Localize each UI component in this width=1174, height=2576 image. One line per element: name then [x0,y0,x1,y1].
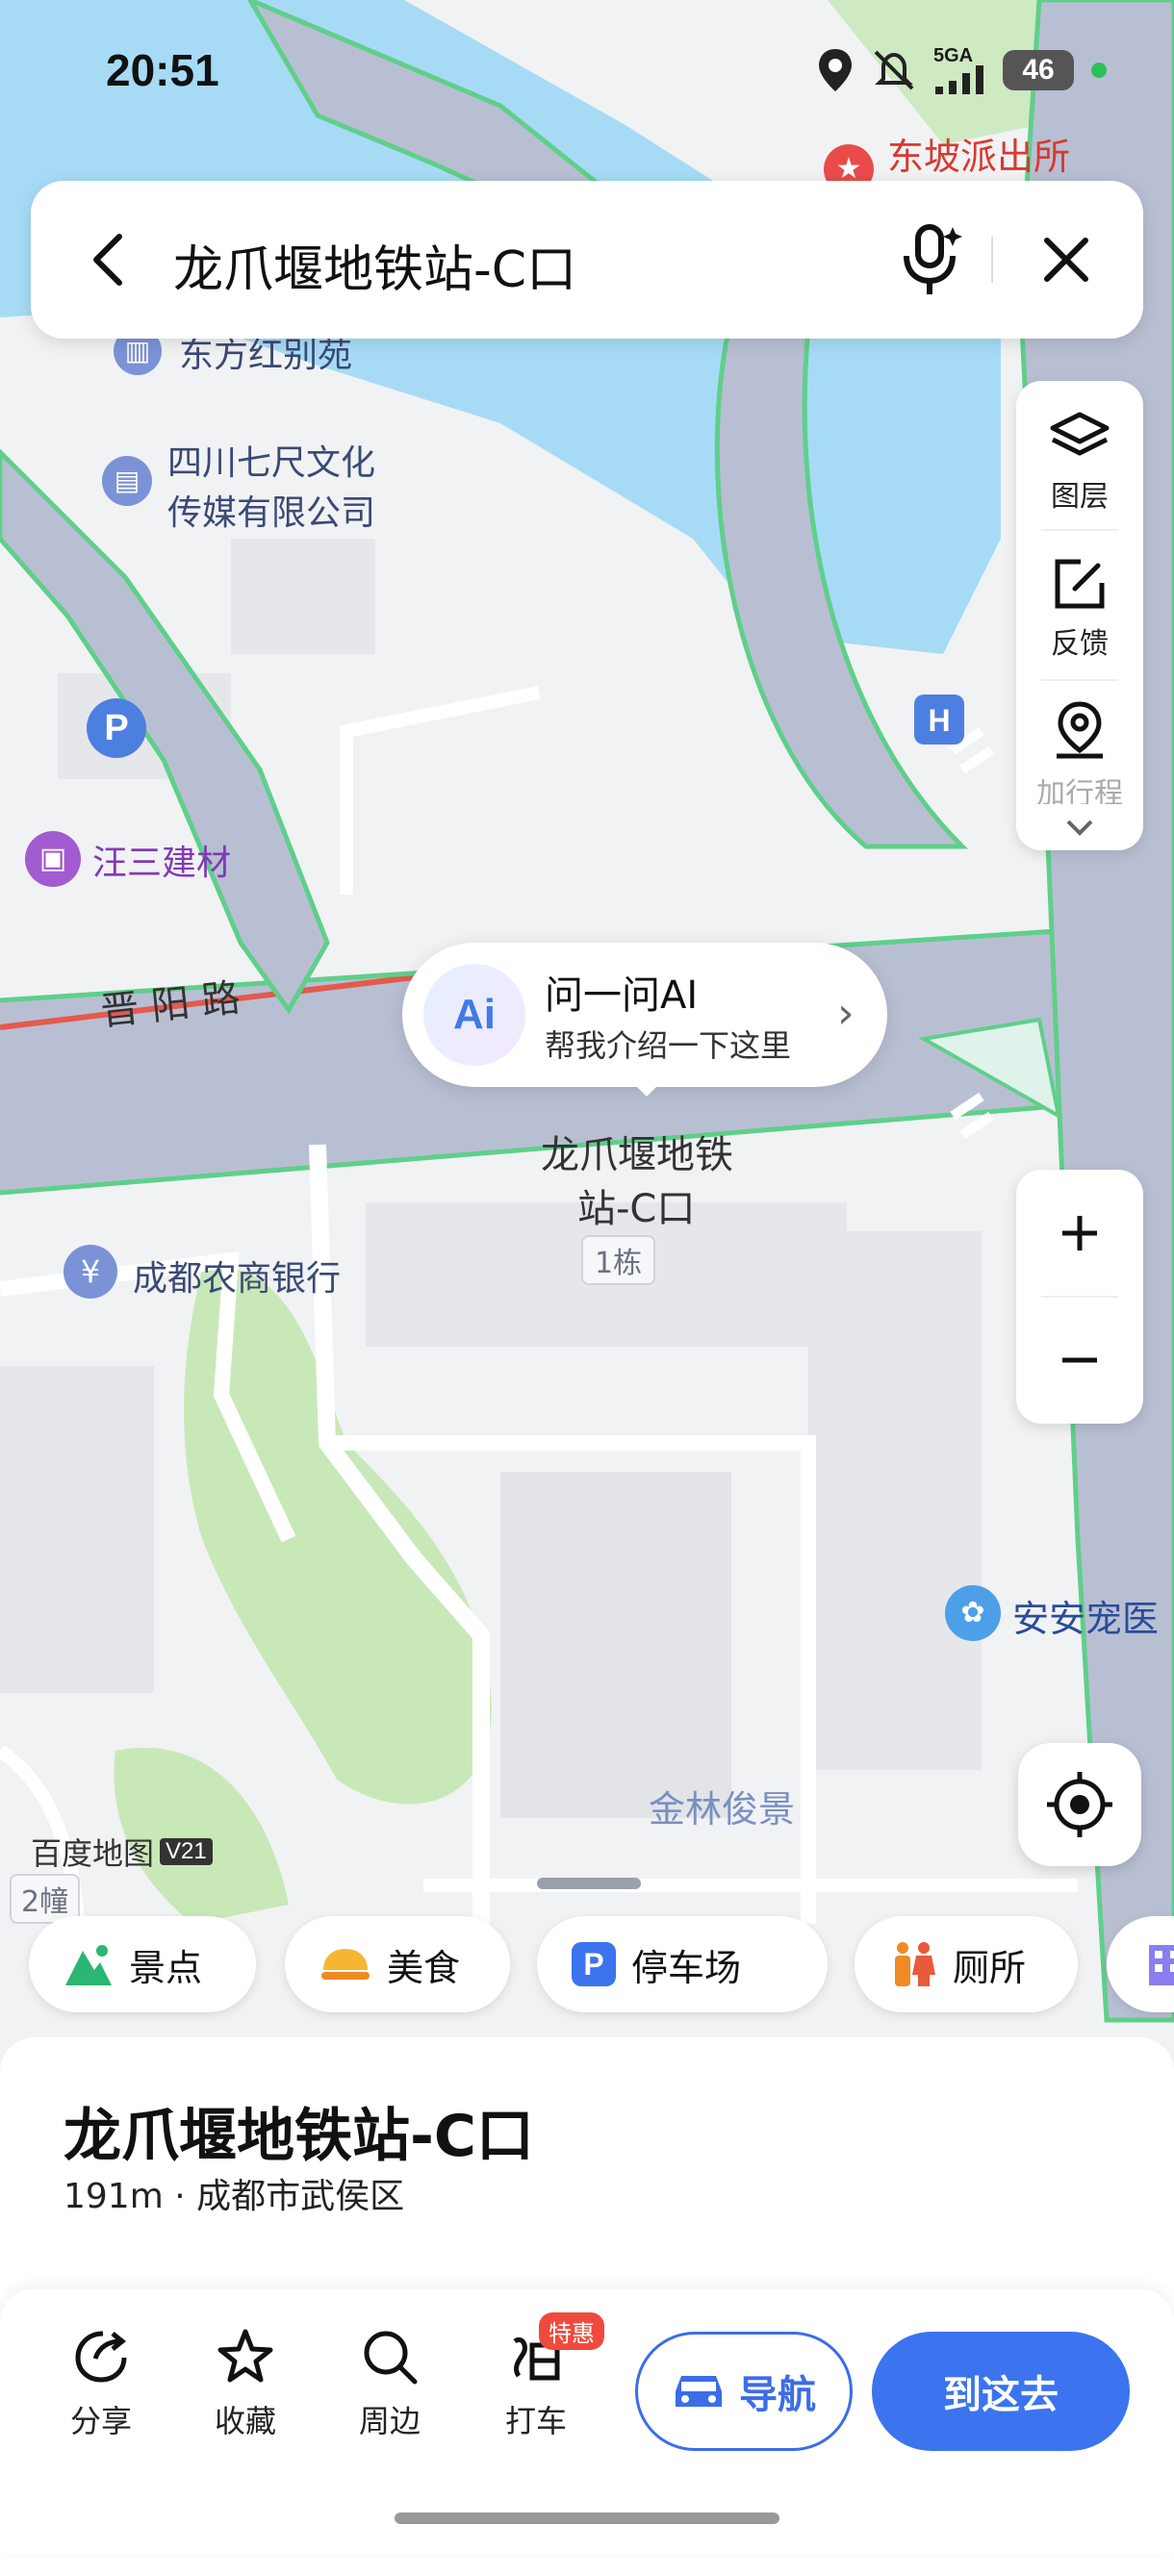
taxi-label: 打车 [504,2403,567,2439]
station-label-line2[interactable]: 站-C口 [577,1177,695,1233]
close-icon [1044,238,1088,282]
taxi-discount-badge: 特惠 [539,2312,604,2350]
share-label: 分享 [69,2403,132,2439]
status-icons: 5GA 46 [816,46,1107,94]
poi-culture-line2[interactable]: 传媒有限公司 [167,485,375,535]
navigate-label: 导航 [739,2373,816,2417]
go-here-button[interactable]: 到这去 [872,2332,1130,2451]
poi-community[interactable]: 金林俊景 [649,1780,795,1832]
zoom-out-button[interactable] [1016,1297,1143,1424]
ai-subtitle: 帮我介绍一下这里 [545,1027,792,1064]
home-indicator[interactable] [395,2513,779,2524]
chip-scenic[interactable]: 景点 [29,1916,256,2012]
ai-icon: Ai [423,964,525,1066]
chip-toilet-label: 厕所 [953,1946,1027,1989]
back-arrow-icon [93,234,122,286]
chip-parking[interactable]: P 停车场 [537,1916,828,2012]
crosshair-icon [1047,1772,1112,1837]
signal-icon [935,65,983,94]
share-icon [75,2331,127,2383]
building-material-poi-icon[interactable]: ▣ [25,831,81,887]
building-1-tag: 1栋 [581,1235,656,1285]
ai-badge: Ai [453,991,496,1038]
poi-building-material[interactable]: 汪三建材 [92,835,231,885]
place-district: 成都市武侯区 [196,2177,405,2216]
search-divider [991,237,993,283]
tool-divider [1041,529,1118,531]
location-pin-icon [1057,701,1103,759]
zoom-controls [1016,1170,1143,1424]
locate-me-button[interactable] [1018,1743,1141,1866]
favorite-label: 收藏 [214,2403,276,2439]
culture-poi-icon[interactable]: ▤ [102,456,152,506]
chip-parking-label: 停车场 [631,1946,742,1989]
plus-icon [1062,1216,1097,1250]
add-trip-button[interactable]: 加行程 [1016,687,1143,812]
bank-poi-icon[interactable]: ¥ [64,1245,117,1299]
ai-title: 问一问AI [545,973,699,1018]
search-query[interactable]: 龙爪堰地铁站-C口 [173,229,576,301]
feedback-label: 反馈 [1051,627,1109,661]
pet-poi-icon[interactable]: ✿ [945,1585,1001,1641]
microphone-icon [904,224,962,294]
bubble-pointer [631,1081,662,1097]
place-distance: 191m [64,2177,164,2216]
car-icon [676,2376,722,2407]
search-icon [364,2331,418,2385]
food-icon [321,1949,370,1980]
voice-button[interactable] [885,214,978,306]
nearby-button[interactable]: 周边 [337,2326,443,2441]
mute-status-icon [874,50,914,90]
navigate-button[interactable]: 导航 [635,2332,853,2451]
poi-culture-line1[interactable]: 四川七尺文化 [167,435,375,485]
chip-food[interactable]: 美食 [285,1916,510,2012]
poi-bank[interactable]: 成都农商银行 [133,1250,341,1301]
category-chips: 景点 美食 P 停车场 厕所 [29,1916,1174,2014]
feedback-button[interactable]: 反馈 [1016,537,1143,681]
minus-icon [1062,1357,1097,1363]
location-status-icon [819,49,852,91]
feedback-edit-icon [1055,559,1105,609]
expand-tools-button[interactable] [1016,804,1143,850]
chip-scenic-label: 景点 [129,1946,203,1989]
place-separator: · [174,2177,186,2216]
chip-toilet[interactable]: 厕所 [855,1916,1078,2012]
clear-button[interactable] [1028,221,1105,298]
active-dot [1091,63,1107,78]
tool-divider [1041,679,1118,681]
building-icon [1149,1945,1174,1985]
map-watermark: 百度地图 V21 [31,1830,213,1874]
status-time: 20:51 [106,45,219,95]
back-button[interactable] [69,221,146,298]
layers-icon [1050,412,1110,456]
chip-food-label: 美食 [387,1946,461,1989]
chevron-right-icon: › [837,989,855,1038]
ai-ask-bubble[interactable]: Ai 问一问AI 帮我介绍一下这里 › [402,943,887,1087]
place-subtitle: 191m · 成都市武侯区 [64,2168,404,2218]
layers-button[interactable]: 图层 [1016,391,1143,535]
station-label-line1[interactable]: 龙爪堰地铁 [541,1124,733,1179]
star-icon [217,2329,273,2383]
toilet-icon [895,1942,935,1986]
battery-indicator: 46 [1003,50,1074,90]
scenic-icon [65,1945,112,1985]
parking-icon: P [572,1942,616,1986]
map-tool-panel: 图层 反馈 加行程 [1016,381,1143,850]
parking-poi-icon[interactable]: P [87,698,146,758]
nearby-label: 周边 [358,2403,421,2439]
place-name: 龙爪堰地铁站-C口 [64,2103,534,2170]
go-here-label: 到这去 [943,2373,1059,2417]
chevron-down-icon [1066,820,1093,836]
svg-text:H: H [928,703,950,738]
search-bar[interactable]: 龙爪堰地铁站-C口 [31,181,1143,339]
favorite-button[interactable]: 收藏 [192,2326,298,2441]
network-status: 5GA [933,46,985,94]
layers-label: 图层 [1051,480,1109,514]
share-button[interactable]: 分享 [48,2326,154,2441]
zoom-in-button[interactable] [1016,1170,1143,1297]
chip-more[interactable] [1107,1916,1174,2012]
status-bar: 20:51 5GA 46 [0,0,1174,144]
poi-pet-clinic[interactable]: 安安宠医 [1012,1589,1159,1642]
